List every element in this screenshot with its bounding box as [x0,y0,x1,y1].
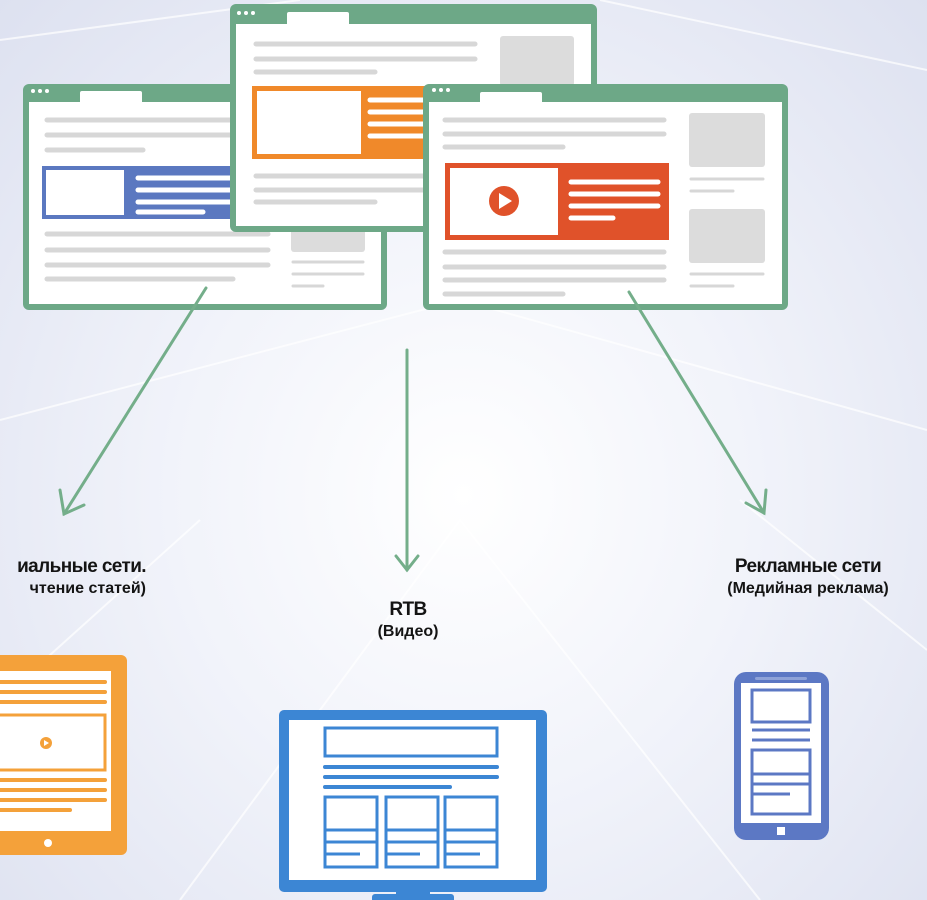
browser-window-right [423,84,788,310]
arrow-to-social [58,286,208,517]
arrow-to-rtb [394,348,420,573]
channel-subtitle: (Видео) [377,623,439,640]
tablet-device [0,655,127,855]
arrows [58,286,768,573]
monitor-device [279,710,547,900]
window-dots-icon [432,88,450,92]
smartphone-device [734,672,829,840]
home-button-icon [44,839,52,847]
window-dots-icon [237,11,255,15]
home-button-icon [777,827,785,835]
channel-subtitle: (Медийная реклама) [727,580,889,597]
channel-title: Рекламные сети [734,556,882,577]
channel-label-ad-networks: Рекламные сети (Медийная реклама) [688,556,927,598]
browser-tab [287,12,349,26]
ad-distribution-diagram [0,0,927,900]
red-video-ad [445,163,669,240]
channel-label-social: иальные сети. чтение статей) [0,556,147,598]
arrow-to-ads [627,290,768,516]
channel-subtitle: чтение статей) [29,580,146,597]
channel-title: RTB [389,599,427,620]
window-dots-icon [31,89,49,93]
channel-title: иальные сети. [17,556,147,577]
channel-label-rtb: RTB (Видео) [358,599,458,641]
blue-banner-ad [42,166,263,219]
